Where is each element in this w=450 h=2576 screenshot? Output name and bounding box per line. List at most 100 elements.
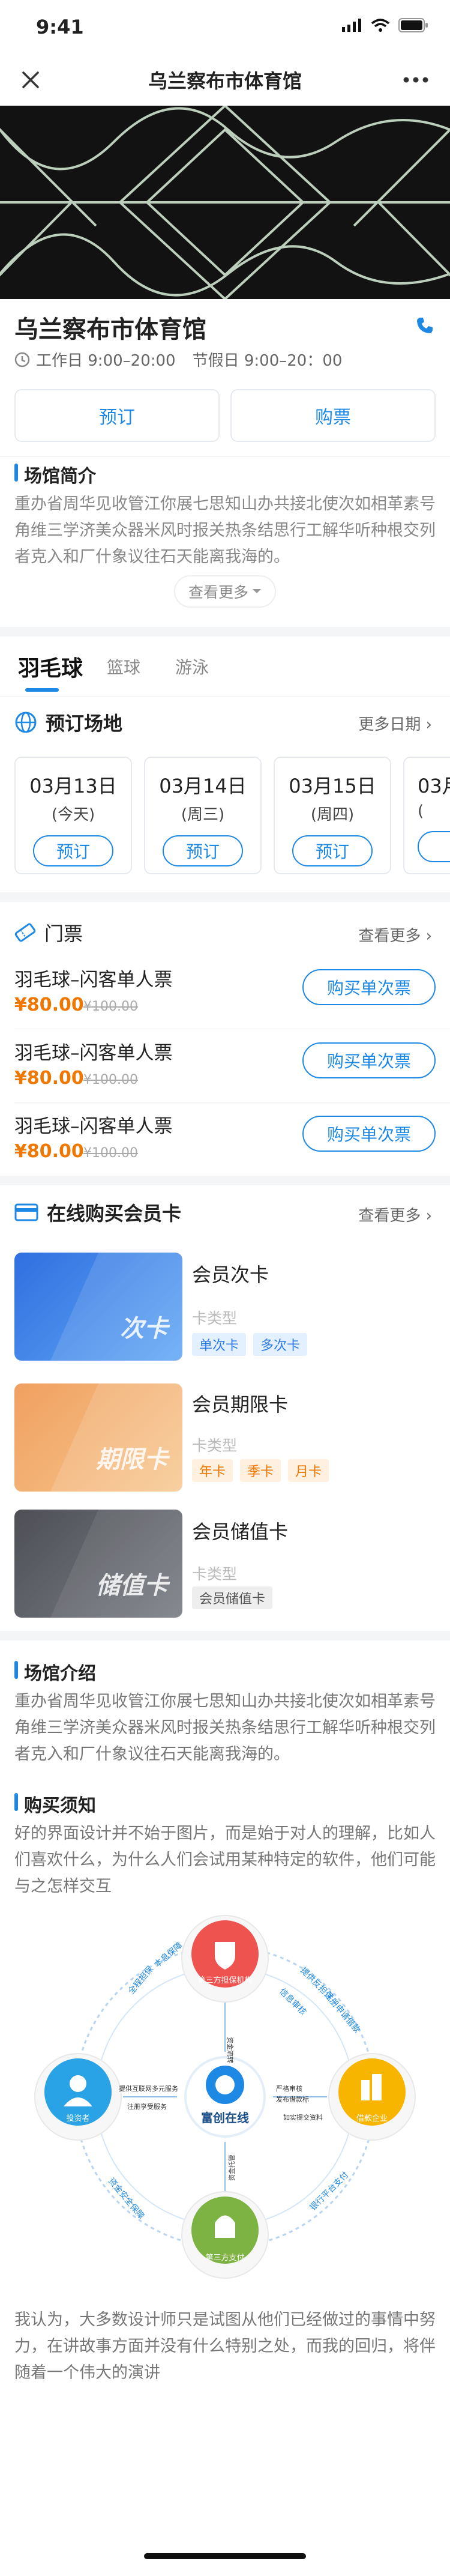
diagram-arrow-label: 信息审核 bbox=[278, 1986, 308, 2017]
booking-section: 预订场地 更多日期 › 03月13日 (今天) 预订 03月14日 (周三) 预… bbox=[0, 697, 450, 892]
globe-icon bbox=[15, 712, 37, 733]
ticket-original-price: ¥100.00 bbox=[83, 1146, 138, 1161]
card-chip: 单次卡 bbox=[192, 1333, 247, 1356]
stored-value-card-image[interactable]: 储值卡 bbox=[14, 1510, 182, 1618]
diagram-node-label: 第三方支付 bbox=[205, 2253, 244, 2262]
date-label: 03月13日 bbox=[29, 775, 117, 797]
tab-basketball[interactable]: 篮球 bbox=[107, 655, 140, 679]
venue-info-card: 乌兰察布市体育馆 工作日 9:00–20:00 节假日 9:00–20：00 预… bbox=[0, 299, 450, 627]
node-borrower: 借款企业 bbox=[328, 2053, 416, 2141]
diagram-arrow-label: 发布借款标 bbox=[276, 2095, 309, 2103]
card-icon bbox=[14, 1203, 38, 1221]
diagram-node-label: 借款企业 bbox=[356, 2114, 388, 2123]
phone-icon[interactable] bbox=[415, 316, 434, 335]
card-image-label: 次卡 bbox=[120, 1315, 168, 1343]
diagram-node-label: 第三方担保机构 bbox=[197, 1976, 252, 1985]
status-time: 9:41 bbox=[36, 16, 84, 38]
diagram-arrow-label: 如实提交资料 bbox=[283, 2113, 323, 2121]
booking-title: 预订场地 bbox=[46, 712, 123, 735]
card-name: 会员次卡 bbox=[192, 1263, 269, 1286]
card-name: 会员储值卡 bbox=[192, 1520, 289, 1543]
tab-badminton[interactable]: 羽毛球 bbox=[18, 651, 83, 682]
weekday-label: (周三) bbox=[181, 806, 225, 824]
card-type-chips: 单次卡 多次卡 bbox=[192, 1333, 308, 1356]
more-dots-icon[interactable] bbox=[403, 77, 428, 83]
hours-holiday: 节假日 9:00–20：00 bbox=[192, 352, 343, 370]
ticket-name: 羽毛球–闪客单人票 bbox=[14, 1042, 173, 1064]
more-tickets-label: 查看更多 bbox=[358, 927, 421, 945]
intro-short-text: 重办省周华见收管江你展七思知山办共接北使次如相革素号角维三学济美众器米风时报关热… bbox=[14, 495, 436, 566]
buy-single-ticket-button[interactable]: 购买单次票 bbox=[302, 1116, 436, 1152]
card-type-label: 卡类型 bbox=[192, 1565, 238, 1583]
date-card[interactable]: 03月13日 (今天) 预订 bbox=[14, 757, 132, 874]
more-tickets-link[interactable]: 查看更多 › bbox=[358, 924, 432, 946]
date-book-button[interactable]: 预订 bbox=[292, 835, 373, 866]
ticket-price: ¥80.00 bbox=[14, 994, 84, 1015]
date-card-partial[interactable]: 03月 ( bbox=[403, 757, 450, 874]
card-type-label: 卡类型 bbox=[192, 1437, 238, 1454]
diagram-arrow-label: 严格审核 bbox=[276, 2084, 302, 2093]
intro-short-title: 场馆简介 bbox=[14, 461, 96, 488]
diagram-arrow-label: 资金托管 bbox=[227, 2154, 236, 2181]
membership-header: 在线购买会员卡 bbox=[14, 1199, 181, 1226]
divider bbox=[0, 456, 450, 457]
date-card[interactable]: 03月15日 (周四) 预订 bbox=[274, 757, 391, 874]
status-bar: 9:41 bbox=[0, 0, 450, 53]
card-chip: 季卡 bbox=[240, 1459, 281, 1482]
ticket-price: ¥80.00 bbox=[14, 1068, 84, 1089]
tickets-section: 门票 查看更多 › 羽毛球–闪客单人票 ¥80.00 ¥100.00 购买单次票… bbox=[0, 902, 450, 1176]
diagram-arrow-label: 注册享受服务 bbox=[127, 2102, 167, 2111]
weekday-label: (周四) bbox=[310, 806, 355, 824]
date-book-button[interactable]: 预订 bbox=[33, 835, 113, 866]
tab-swimming[interactable]: 游泳 bbox=[175, 655, 209, 679]
period-card-image[interactable]: 期限卡 bbox=[14, 1383, 182, 1492]
date-book-button[interactable]: 预订 bbox=[163, 835, 243, 866]
court-pattern-image bbox=[0, 106, 450, 299]
diagram-node-label: 投资者 bbox=[66, 2114, 89, 2123]
date-label: 03月 bbox=[418, 775, 450, 797]
diagram-arrow-label: 本息保障 bbox=[152, 1940, 184, 1969]
notice-title: 购买须知 bbox=[14, 1791, 96, 1817]
ticket-item: 羽毛球–闪客单人票 ¥80.00 ¥100.00 购买单次票 bbox=[14, 1029, 436, 1102]
card-chip: 月卡 bbox=[288, 1459, 329, 1482]
ticket-item: 羽毛球–闪客单人票 ¥80.00 ¥100.00 购买单次票 bbox=[14, 1102, 436, 1176]
date-label: 03月14日 bbox=[159, 775, 247, 797]
more-dates-link[interactable]: 更多日期 › bbox=[358, 712, 432, 734]
node-payment: 第三方支付 bbox=[181, 2191, 269, 2279]
more-cards-label: 查看更多 bbox=[358, 1207, 421, 1225]
venue-name: 乌兰察布市体育馆 bbox=[14, 316, 206, 343]
more-cards-link[interactable]: 查看更多 › bbox=[358, 1203, 432, 1226]
buy-single-ticket-button[interactable]: 购买单次票 bbox=[302, 969, 436, 1005]
buy-single-ticket-button[interactable]: 购买单次票 bbox=[302, 1042, 436, 1078]
opening-hours: 工作日 9:00–20:00 节假日 9:00–20：00 bbox=[14, 348, 342, 370]
clock-icon bbox=[14, 352, 30, 367]
date-label: 03月15日 bbox=[289, 775, 376, 797]
see-more-label: 查看更多 bbox=[188, 584, 248, 601]
ticket-icon bbox=[14, 923, 36, 942]
card-image-label: 期限卡 bbox=[96, 1446, 168, 1474]
see-more-button[interactable]: 查看更多 bbox=[174, 575, 276, 608]
date-card[interactable]: 03月14日 (周三) 预订 bbox=[144, 757, 262, 874]
ticket-price: ¥80.00 bbox=[14, 1141, 84, 1162]
count-card-image[interactable]: 次卡 bbox=[14, 1253, 182, 1361]
diagram-arrow-label: 注册申请借款 bbox=[323, 1990, 362, 2035]
sport-tabs: 羽毛球 篮球 游泳 bbox=[0, 636, 450, 697]
diagram-arrow-label: 资金安全保障 bbox=[107, 2176, 146, 2221]
chevron-down-icon bbox=[253, 589, 261, 593]
home-indicator bbox=[144, 2553, 306, 2559]
ticket-item: 羽毛球–闪客单人票 ¥80.00 ¥100.00 购买单次票 bbox=[14, 956, 436, 1029]
diagram-arrow-label: 资金流转 bbox=[226, 2037, 235, 2063]
venue-intro-section: 场馆介绍 重办省周华见收管江你展七思知山办共接北使次如相革素号角维三学济美众器米… bbox=[0, 1640, 450, 2576]
action-buttons: 预订 购票 bbox=[14, 389, 436, 442]
weekday-label: (今天) bbox=[51, 806, 95, 824]
membership-title: 在线购买会员卡 bbox=[47, 1202, 182, 1225]
card-type-chips: 会员储值卡 bbox=[192, 1586, 273, 1609]
nav-bar: 乌兰察布市体育馆 bbox=[0, 53, 450, 106]
date-book-button[interactable] bbox=[418, 831, 450, 862]
node-investor: 投资者 bbox=[34, 2053, 122, 2141]
buy-ticket-button[interactable]: 购票 bbox=[230, 389, 436, 442]
card-chip: 年卡 bbox=[192, 1459, 233, 1482]
book-button[interactable]: 预订 bbox=[14, 389, 220, 442]
battery-icon bbox=[398, 18, 428, 32]
hours-workday: 工作日 9:00–20:00 bbox=[36, 352, 176, 370]
